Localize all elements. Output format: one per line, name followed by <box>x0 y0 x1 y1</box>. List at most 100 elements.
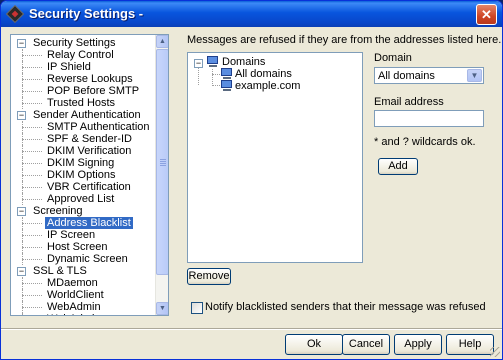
tree-item-mdaemon[interactable]: MDaemon <box>11 277 157 289</box>
email-field[interactable] <box>374 110 484 127</box>
computer-icon <box>220 80 234 92</box>
tree-item-label: Screening <box>33 205 83 217</box>
tree-item-dkim-signing[interactable]: DKIM Signing <box>11 157 157 169</box>
tree-line <box>22 313 23 315</box>
tree-item-ip-screen[interactable]: IP Screen <box>11 229 157 241</box>
tree-item-label: Dynamic Screen <box>47 253 128 265</box>
tree-line <box>212 69 213 84</box>
notify-checkbox[interactable] <box>191 302 203 314</box>
tree-item-label: DKIM Verification <box>47 145 132 157</box>
tree-item-dkim-options[interactable]: DKIM Options <box>11 169 157 181</box>
tree-line <box>22 199 42 200</box>
tree-item-vbr-certification[interactable]: VBR Certification <box>11 181 157 193</box>
domain-select-value: All domains <box>378 70 435 82</box>
tree-item-label: Security Settings <box>33 37 116 49</box>
tree-item-dynamic-screen[interactable]: Dynamic Screen <box>11 253 157 265</box>
close-button[interactable]: ✕ <box>476 4 497 25</box>
tree-line <box>22 259 42 260</box>
scroll-down-icon[interactable]: ▼ <box>156 302 168 315</box>
tree-line <box>22 223 42 224</box>
tree-line <box>22 121 23 133</box>
tree-item-relay-control[interactable]: Relay Control <box>11 49 157 61</box>
cancel-button[interactable]: Cancel <box>342 334 390 355</box>
tree-item-trusted-hosts[interactable]: Trusted Hosts <box>11 97 157 109</box>
tree-item-webadmin[interactable]: WebAdmin <box>11 313 157 315</box>
tree-item-pop-before-smtp[interactable]: POP Before SMTP <box>11 85 157 97</box>
collapse-icon[interactable]: − <box>17 39 26 48</box>
notify-checkbox-label[interactable]: Notify blacklisted senders that their me… <box>205 301 486 313</box>
chevron-down-icon[interactable]: ▼ <box>467 69 482 82</box>
tree-line <box>22 97 23 109</box>
tree-line <box>22 55 42 56</box>
tree-item-label: Approved List <box>47 193 115 205</box>
tree-line <box>22 229 23 241</box>
tree-line <box>22 139 42 140</box>
domains-collapse-icon[interactable]: − <box>194 59 203 68</box>
tree-line <box>212 74 220 75</box>
tree-item-address-blacklist[interactable]: Address Blacklist <box>11 217 157 229</box>
collapse-icon[interactable]: − <box>17 111 26 120</box>
tree-item-spf-sender-id[interactable]: SPF & Sender-ID <box>11 133 157 145</box>
computer-icon <box>220 68 234 80</box>
tree-item-webadmin[interactable]: WebAdmin <box>11 301 157 313</box>
ok-button[interactable]: Ok <box>285 334 343 355</box>
title-bar[interactable]: Security Settings - ✕ <box>1 1 502 27</box>
remove-button[interactable]: Remove <box>187 268 231 285</box>
tree-item-worldclient[interactable]: WorldClient <box>11 289 157 301</box>
tree-item-reverse-lookups[interactable]: Reverse Lookups <box>11 73 157 85</box>
tree-line <box>22 169 23 181</box>
tree-line <box>22 73 23 85</box>
tree-group-security-settings[interactable]: − Security Settings <box>11 37 157 49</box>
tree-line <box>22 67 42 68</box>
tree-item-approved-list[interactable]: Approved List <box>11 193 157 205</box>
tree-item-label: Address Blacklist <box>45 217 133 229</box>
add-button[interactable]: Add <box>378 158 418 175</box>
tree-item-host-screen[interactable]: Host Screen <box>11 241 157 253</box>
settings-tree-list: − Security Settings Relay Control IP Shield… <box>11 37 157 315</box>
tree-line <box>22 277 23 289</box>
tree-item-label: SPF & Sender-ID <box>47 133 132 145</box>
apply-button[interactable]: Apply <box>394 334 442 355</box>
tree-line <box>22 175 42 176</box>
tree-item-label: IP Screen <box>47 229 96 241</box>
thumb-grip <box>160 159 166 160</box>
tree-item-label: POP Before SMTP <box>47 85 140 97</box>
footer-separator <box>1 328 502 330</box>
domain-item-example[interactable]: example.com <box>235 80 300 93</box>
resize-grip[interactable] <box>490 347 500 357</box>
collapse-icon[interactable]: − <box>17 267 26 276</box>
tree-item-label: IP Shield <box>47 61 91 73</box>
tree-item-dkim-verification[interactable]: DKIM Verification <box>11 145 157 157</box>
collapse-icon[interactable]: − <box>17 207 26 216</box>
help-button[interactable]: Help <box>446 334 494 355</box>
email-label: Email address <box>374 96 444 108</box>
tree-line <box>22 163 42 164</box>
tree-line <box>22 157 23 169</box>
tree-group-sender-authentication[interactable]: − Sender Authentication <box>11 109 157 121</box>
scroll-thumb[interactable] <box>156 49 168 275</box>
tree-item-smtp-authentication[interactable]: SMTP Authentication <box>11 121 157 133</box>
tree-line <box>198 68 199 85</box>
window-title: Security Settings - <box>29 6 144 21</box>
tree-item-label: Relay Control <box>47 49 114 61</box>
tree-group-ssl-tls[interactable]: − SSL & TLS <box>11 265 157 277</box>
scroll-up-icon[interactable]: ▲ <box>156 35 168 48</box>
tree-item-label: SSL & TLS <box>33 265 87 277</box>
tree-item-label: WebAdmin <box>45 313 103 315</box>
tree-line <box>22 49 23 61</box>
tree-group-screening[interactable]: − Screening <box>11 205 157 217</box>
tree-item-label: VBR Certification <box>47 181 131 193</box>
tree-line <box>22 295 42 296</box>
domain-select[interactable]: All domains ▼ <box>374 67 484 84</box>
tree-line <box>22 247 42 248</box>
domains-tree[interactable]: − Domains All domains example.com <box>187 52 363 263</box>
tree-line <box>22 151 42 152</box>
tree-item-label: Host Screen <box>47 241 108 253</box>
tree-item-label: Sender Authentication <box>33 109 141 121</box>
tree-scrollbar[interactable]: ▲ ▼ <box>155 35 168 315</box>
settings-tree[interactable]: − Security Settings Relay Control IP Shield… <box>10 34 169 316</box>
tree-line <box>22 61 23 73</box>
tree-item-ip-shield[interactable]: IP Shield <box>11 61 157 73</box>
tree-line <box>22 301 23 313</box>
tree-item-label: Reverse Lookups <box>47 73 133 85</box>
